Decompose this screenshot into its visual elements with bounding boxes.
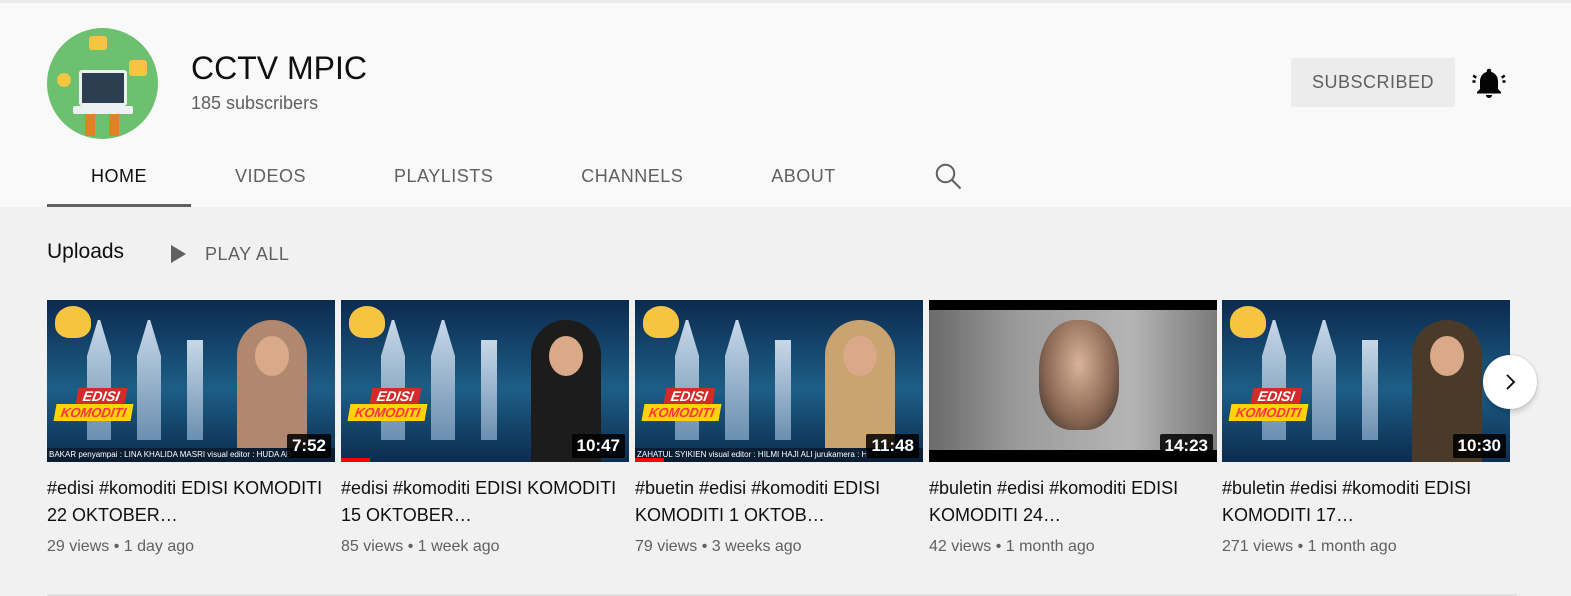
video-thumbnail[interactable]: EDISI KOMODITI 10:47 [341,300,629,462]
watch-progress [635,458,664,462]
video-thumbnail[interactable]: EDISI KOMODITI 10:30 [1222,300,1510,462]
video-card[interactable]: EDISI KOMODITI BAKAR penyampai : LINA KH… [47,300,335,556]
thumb-label: EDISI [369,388,421,404]
crest-logo [643,306,679,338]
channel-name: CCTV MPIC [191,50,367,86]
crest-logo [55,306,91,338]
tower-shape [1312,320,1336,440]
video-meta: 29 views • 1 day ago [47,538,195,555]
thumb-label: KOMODITI [1228,404,1309,421]
tower-shape [1262,320,1286,440]
tower-shape [481,340,497,440]
avatar-hand [85,114,95,136]
tower-shape [381,320,405,440]
video-duration: 7:52 [286,434,331,458]
avatar-hand [109,114,119,136]
chevron-right-icon [1506,374,1516,390]
video-shelf: EDISI KOMODITI BAKAR penyampai : LINA KH… [47,300,1510,580]
video-meta: 79 views • 3 weeks ago [635,538,802,555]
video-duration: 10:30 [1452,434,1506,458]
channel-tabs: HOME VIDEOS PLAYLISTS CHANNELS ABOUT [47,153,962,209]
bell-icon[interactable] [1471,65,1507,101]
presenter-face [549,336,583,376]
video-title[interactable]: #buletin #edisi #komoditi EDISI KOMODITI… [1222,475,1510,529]
play-all-label: PLAY ALL [205,243,290,264]
presenter-face [1430,336,1464,376]
video-thumbnail[interactable]: EDISI KOMODITI ZAHATUL SYIKIEN visual ed… [635,300,923,462]
video-thumbnail[interactable]: EDISI KOMODITI BAKAR penyampai : LINA KH… [47,300,335,462]
video-duration: 14:23 [1159,434,1213,458]
avatar-bubble [89,36,107,50]
tab-playlists[interactable]: PLAYLISTS [350,153,537,208]
tower-shape [725,320,749,440]
video-title[interactable]: #buetin #edisi #komoditi EDISI KOMODITI … [635,475,923,529]
subscriber-count: 185 subscribers [191,93,319,113]
tab-videos[interactable]: VIDEOS [191,153,350,208]
subscribed-button[interactable]: SUBSCRIBED [1291,58,1455,107]
thumb-label: EDISI [75,388,127,404]
video-card[interactable]: EDISI KOMODITI 10:47 #edisi #komoditi ED… [341,300,629,556]
tower-shape [187,340,203,440]
next-arrow-button[interactable] [1483,355,1537,409]
video-card[interactable]: 14:23 #buletin #edisi #komoditi EDISI KO… [929,300,1217,556]
video-duration: 11:48 [866,434,919,458]
presenter-face [255,336,289,376]
search-icon[interactable] [933,161,963,191]
crest-logo [349,306,385,338]
tower-shape [431,320,455,440]
presenter-face [843,336,877,376]
thumb-label: KOMODITI [641,404,722,421]
presenter-face [1039,320,1119,430]
channel-header: CCTV MPIC 185 subscribers SUBSCRIBED HOM… [0,0,1571,209]
watch-progress [341,458,370,462]
home-content: Uploads PLAY ALL EDISI KOMODITI BAKAR pe… [0,207,1571,596]
video-card[interactable]: EDISI KOMODITI ZAHATUL SYIKIEN visual ed… [635,300,923,556]
thumb-label: KOMODITI [53,404,134,421]
thumb-label: KOMODITI [347,404,428,421]
video-meta: 271 views • 1 month ago [1222,538,1397,555]
channel-avatar[interactable] [47,28,158,139]
thumb-label: EDISI [1250,388,1302,404]
tab-home[interactable]: HOME [47,153,191,208]
tower-shape [675,320,699,440]
play-icon [171,245,186,263]
tower-shape [87,320,111,440]
shelf-title: Uploads [47,240,125,263]
tab-channels[interactable]: CHANNELS [537,153,727,208]
tower-shape [775,340,791,440]
video-meta: 42 views • 1 month ago [929,538,1095,555]
video-meta: 85 views • 1 week ago [341,538,500,555]
video-title[interactable]: #edisi #komoditi EDISI KOMODITI 15 OKTOB… [341,475,629,529]
video-card[interactable]: EDISI KOMODITI 10:30 #buletin #edisi #ko… [1222,300,1510,556]
avatar-laptop-base [73,106,133,114]
avatar-bubble [57,73,71,87]
video-title[interactable]: #edisi #komoditi EDISI KOMODITI 22 OKTOB… [47,475,335,529]
play-all-button[interactable]: PLAY ALL [165,241,289,267]
tab-about[interactable]: ABOUT [727,153,880,208]
avatar-bubble [129,60,147,76]
thumb-label: EDISI [663,388,715,404]
video-title[interactable]: #buletin #edisi #komoditi EDISI KOMODITI… [929,475,1217,529]
tower-shape [1362,340,1378,440]
avatar-laptop [79,70,127,106]
crest-logo [1230,306,1266,338]
video-duration: 10:47 [571,434,625,458]
video-thumbnail[interactable]: 14:23 [929,300,1217,462]
tower-shape [137,320,161,440]
